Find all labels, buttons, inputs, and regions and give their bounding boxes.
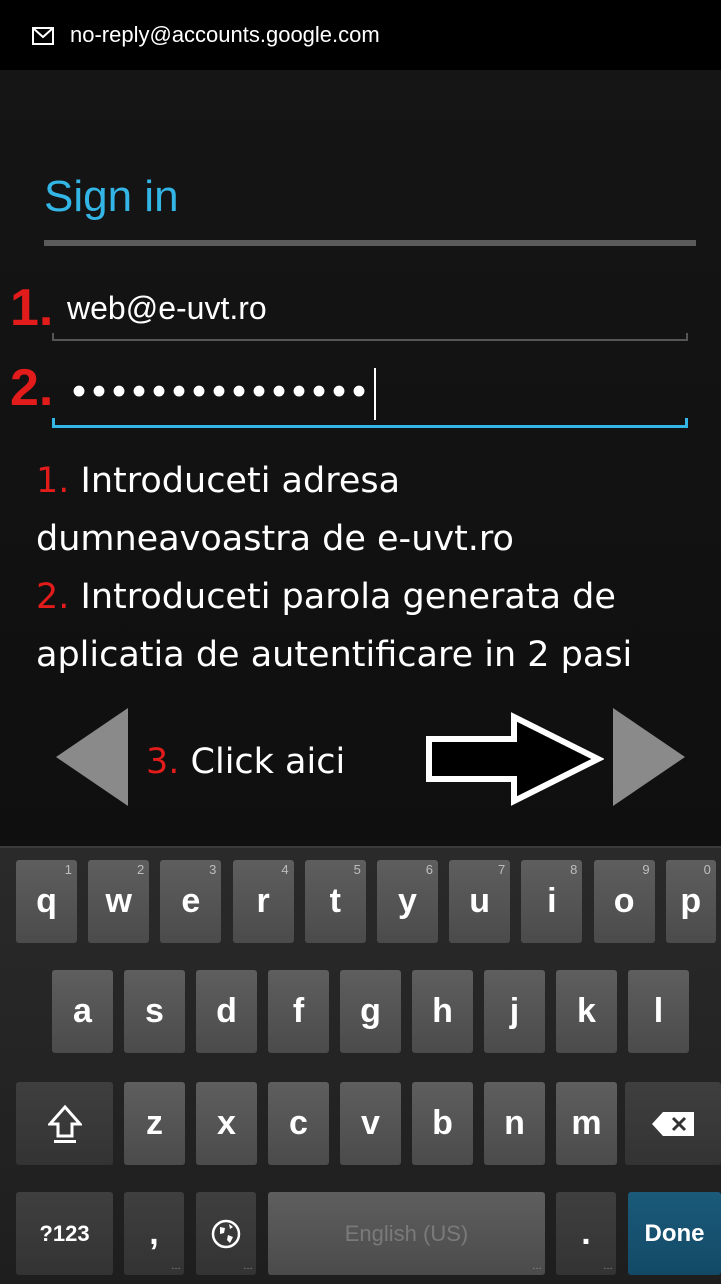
- key-s[interactable]: s: [124, 970, 185, 1053]
- done-key[interactable]: Done: [628, 1192, 721, 1275]
- key-c[interactable]: c: [268, 1082, 329, 1165]
- instruction-line: aplicatia de autentificare in 2 pasi: [36, 626, 716, 684]
- key-hint: 6: [425, 862, 433, 877]
- title-divider: [44, 240, 696, 246]
- instruction-text: aplicatia de autentificare in 2 pasi: [36, 635, 633, 675]
- more-keys-indicator: …: [603, 1261, 613, 1272]
- key-label: t: [329, 882, 341, 920]
- key-o[interactable]: o9: [593, 860, 655, 943]
- instruction-text: dumneavoastra de e-uvt.ro: [36, 519, 514, 559]
- key-y[interactable]: y6: [377, 860, 438, 943]
- key-hint: 9: [642, 862, 650, 877]
- key-n[interactable]: n: [484, 1082, 545, 1165]
- language-key[interactable]: …: [196, 1192, 256, 1275]
- key-u[interactable]: u7: [449, 860, 511, 943]
- key-p[interactable]: p0: [665, 860, 716, 943]
- key-e[interactable]: e3: [160, 860, 222, 943]
- password-mask: •••••••••••••••: [72, 369, 373, 414]
- backspace-key[interactable]: [625, 1082, 721, 1165]
- instruction-line: 2. Introduceti parola generata de: [36, 568, 716, 626]
- shift-icon: [47, 1104, 82, 1143]
- key-v[interactable]: v: [340, 1082, 401, 1165]
- key-z[interactable]: z: [124, 1082, 185, 1165]
- comma-label: ,: [149, 1214, 159, 1252]
- outline-arrow-right-icon: [426, 712, 604, 806]
- period-label: .: [581, 1214, 591, 1252]
- key-hint: 2: [136, 862, 145, 877]
- space-label: English (US): [344, 1220, 469, 1246]
- email-field[interactable]: web@e-uvt.ro: [67, 290, 267, 327]
- period-key[interactable]: .…: [556, 1192, 616, 1275]
- symbols-key[interactable]: ?123: [16, 1192, 113, 1275]
- step-2-marker: 2.: [10, 359, 54, 417]
- key-hint: 7: [497, 862, 506, 877]
- key-i[interactable]: i8: [521, 860, 583, 943]
- key-hint: 8: [570, 862, 578, 877]
- key-h[interactable]: h: [412, 970, 473, 1053]
- instruction-line: dumneavoastra de e-uvt.ro: [36, 510, 716, 568]
- key-r[interactable]: r4: [232, 860, 294, 943]
- instruction-text: Introduceti parola generata de: [69, 577, 616, 617]
- more-keys-indicator: …: [171, 1261, 181, 1272]
- key-hint: 1: [64, 862, 72, 877]
- key-label: y: [398, 882, 417, 920]
- key-k[interactable]: k: [556, 970, 617, 1053]
- instruction-num: 2.: [36, 577, 70, 617]
- text-cursor: [374, 368, 377, 420]
- instruction-line: 1. Introduceti adresa: [36, 452, 716, 510]
- key-w[interactable]: w2: [88, 860, 150, 943]
- step-3-num: 3.: [146, 742, 180, 782]
- triangle-left-icon[interactable]: [56, 708, 128, 806]
- page-title: Sign in: [44, 172, 179, 221]
- key-d[interactable]: d: [196, 970, 257, 1053]
- instruction-text: Introduceti adresa: [69, 461, 401, 501]
- key-j[interactable]: j: [484, 970, 545, 1053]
- more-keys-indicator: …: [532, 1261, 542, 1272]
- key-label: o: [613, 882, 635, 920]
- key-b[interactable]: b: [412, 1082, 473, 1165]
- key-label: p: [680, 882, 702, 920]
- key-hint: 3: [209, 862, 217, 877]
- more-keys-indicator: …: [243, 1261, 253, 1272]
- step-1-marker: 1.: [10, 279, 54, 337]
- key-q[interactable]: q1: [16, 860, 77, 943]
- key-label: q: [36, 882, 57, 920]
- key-hint: 0: [703, 862, 711, 877]
- key-x[interactable]: x: [196, 1082, 257, 1165]
- key-l[interactable]: l: [628, 970, 689, 1053]
- key-f[interactable]: f: [268, 970, 329, 1053]
- globe-icon: [211, 1219, 241, 1248]
- key-label: u: [469, 882, 491, 920]
- key-label: w: [105, 882, 132, 920]
- key-m[interactable]: m: [556, 1082, 617, 1165]
- shift-key[interactable]: [16, 1082, 113, 1165]
- click-here-annotation: 3. Click aici: [146, 742, 345, 782]
- key-t[interactable]: t5: [304, 860, 366, 943]
- key-a[interactable]: a: [52, 970, 113, 1053]
- key-hint: 4: [281, 862, 289, 877]
- email-field-underline: [52, 333, 688, 341]
- instruction-num: 1.: [36, 461, 70, 501]
- step-3-text: Click aici: [179, 742, 346, 782]
- sender-email: no-reply@accounts.google.com: [70, 22, 380, 47]
- backspace-icon: [652, 1111, 694, 1136]
- key-label: i: [547, 882, 557, 920]
- soft-keyboard: q1w2e3r4t5y6u7i8o9p0 asdfghjkl zxcvbnm ?…: [0, 846, 721, 1284]
- triangle-right-icon[interactable]: [613, 708, 685, 806]
- key-g[interactable]: g: [340, 970, 401, 1053]
- comma-key[interactable]: ,…: [124, 1192, 184, 1275]
- key-label: e: [181, 882, 201, 920]
- key-label: r: [256, 882, 270, 920]
- notification-bar: no-reply@accounts.google.com: [0, 0, 721, 70]
- key-hint: 5: [353, 862, 361, 877]
- password-field[interactable]: •••••••••••••••: [72, 368, 377, 420]
- mail-icon: [32, 27, 54, 45]
- password-field-underline: [52, 418, 688, 428]
- space-key[interactable]: English (US) …: [268, 1192, 545, 1275]
- instructions: 1. Introduceti adresa dumneavoastra de e…: [36, 452, 716, 684]
